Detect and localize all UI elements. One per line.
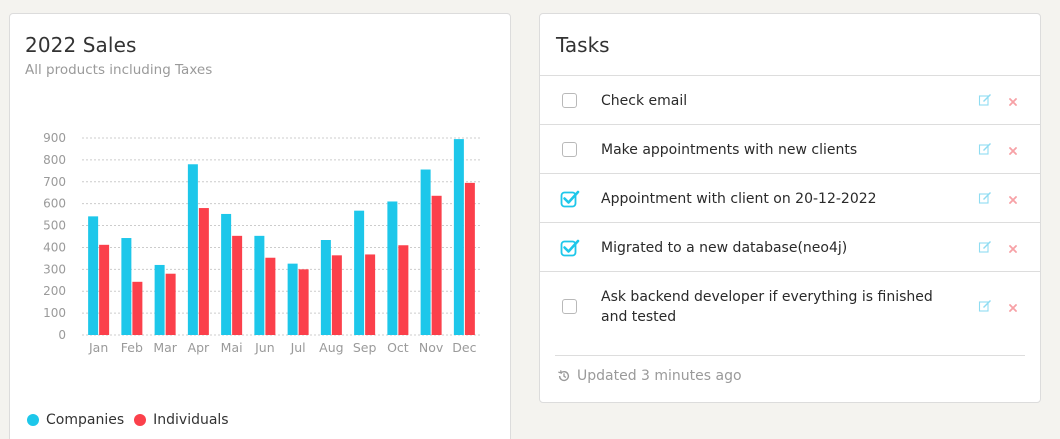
task-text: Appointment with client on 20-12-2022 bbox=[601, 190, 877, 207]
x-tick-label: Sep bbox=[353, 340, 377, 355]
task-checkbox[interactable] bbox=[562, 299, 577, 314]
x-tick-label: Apr bbox=[188, 340, 210, 355]
y-tick-label: 800 bbox=[43, 153, 66, 167]
close-icon[interactable] bbox=[1006, 242, 1020, 256]
bar-companies-jun bbox=[254, 235, 265, 335]
bar-companies-mar bbox=[154, 264, 165, 335]
sales-card: 2022 Sales All products including Taxes … bbox=[9, 13, 511, 439]
close-icon[interactable] bbox=[1006, 144, 1020, 158]
legend-dot-individuals bbox=[134, 414, 147, 426]
updated-text: Updated 3 minutes ago bbox=[577, 368, 742, 384]
x-tick-label: Dec bbox=[452, 340, 476, 355]
close-icon[interactable] bbox=[1006, 95, 1020, 109]
y-tick-label: 900 bbox=[43, 131, 66, 145]
bar-individuals-oct bbox=[398, 245, 409, 335]
legend-label-individuals: Individuals bbox=[153, 412, 229, 428]
bar-individuals-apr bbox=[198, 208, 209, 335]
bar-individuals-jul bbox=[298, 269, 309, 335]
task-row: Make appointments with new clients bbox=[540, 125, 1040, 174]
x-tick-label: Mai bbox=[221, 340, 243, 355]
y-tick-label: 700 bbox=[43, 175, 66, 189]
tasks-card: Tasks Check email Make appointments with … bbox=[539, 13, 1041, 403]
bar-individuals-mai bbox=[232, 235, 243, 335]
legend-label-companies: Companies bbox=[46, 412, 125, 428]
close-icon[interactable] bbox=[1006, 193, 1020, 207]
tasks-footer: Updated 3 minutes ago bbox=[557, 368, 742, 384]
task-row: Appointment with client on 20-12-2022 bbox=[540, 174, 1040, 223]
bar-companies-jan bbox=[88, 216, 99, 335]
bar-companies-oct bbox=[387, 201, 398, 335]
bar-companies-nov bbox=[420, 169, 431, 335]
x-tick-label: Aug bbox=[319, 340, 343, 355]
task-row: Ask backend developer if everything is f… bbox=[540, 272, 1040, 342]
legend-dot-companies bbox=[27, 414, 39, 426]
y-tick-label: 200 bbox=[43, 284, 66, 298]
edit-icon[interactable] bbox=[978, 142, 992, 156]
y-tick-label: 400 bbox=[43, 240, 66, 254]
task-text: Migrated to a new database(neo4j) bbox=[601, 239, 848, 256]
bar-individuals-jun bbox=[265, 257, 276, 335]
task-text: Make appointments with new clients bbox=[601, 141, 858, 158]
x-tick-label: Oct bbox=[387, 340, 409, 355]
y-tick-label: 100 bbox=[43, 306, 66, 320]
bar-companies-sep bbox=[354, 210, 365, 335]
y-tick-label: 300 bbox=[43, 262, 66, 276]
bar-individuals-nov bbox=[431, 195, 442, 335]
bar-individuals-feb bbox=[132, 281, 143, 335]
task-row: Check email bbox=[540, 76, 1040, 125]
bar-individuals-sep bbox=[365, 254, 376, 335]
legend-item-individuals: Individuals bbox=[134, 412, 229, 428]
divider bbox=[555, 355, 1025, 356]
x-tick-label: Jul bbox=[290, 340, 306, 355]
bar-companies-apr bbox=[187, 164, 198, 335]
y-tick-label: 0 bbox=[58, 328, 66, 342]
x-tick-label: Feb bbox=[121, 340, 143, 355]
edit-icon[interactable] bbox=[978, 240, 992, 254]
bar-companies-feb bbox=[121, 238, 132, 335]
bar-individuals-jan bbox=[99, 244, 110, 335]
tasks-title: Tasks bbox=[556, 33, 610, 57]
task-text: Ask backend developer if everything is f… bbox=[601, 289, 933, 325]
y-tick-label: 500 bbox=[43, 219, 66, 233]
bar-companies-dec bbox=[453, 139, 464, 335]
bar-companies-aug bbox=[320, 240, 331, 335]
x-tick-label: Jan bbox=[88, 340, 108, 355]
y-tick-label: 600 bbox=[43, 197, 66, 211]
bar-individuals-dec bbox=[464, 182, 475, 335]
edit-icon[interactable] bbox=[978, 191, 992, 205]
chart-legend: Companies Individuals bbox=[27, 412, 239, 428]
edit-icon[interactable] bbox=[978, 93, 992, 107]
bar-companies-mai bbox=[221, 213, 232, 335]
task-checkbox-checked[interactable] bbox=[560, 188, 580, 208]
x-tick-label: Mar bbox=[153, 340, 177, 355]
legend-item-companies: Companies bbox=[27, 412, 124, 428]
edit-icon[interactable] bbox=[978, 299, 992, 313]
task-checkbox-checked[interactable] bbox=[560, 237, 580, 257]
close-icon[interactable] bbox=[1006, 301, 1020, 315]
task-text: Check email bbox=[601, 92, 688, 109]
x-tick-label: Nov bbox=[419, 340, 444, 355]
history-icon bbox=[558, 370, 570, 382]
bar-individuals-mar bbox=[165, 273, 176, 335]
x-tick-label: Jun bbox=[254, 340, 275, 355]
bar-individuals-aug bbox=[331, 255, 342, 335]
task-checkbox[interactable] bbox=[562, 92, 577, 108]
bar-companies-jul bbox=[287, 263, 298, 335]
sales-bar-chart: 0 100 200 300 400 500 600 700 800 900 Jan Feb Mar Apr… bbox=[43, 131, 481, 355]
task-checkbox[interactable] bbox=[562, 141, 577, 157]
task-row: Migrated to a new database(neo4j) bbox=[540, 223, 1040, 272]
